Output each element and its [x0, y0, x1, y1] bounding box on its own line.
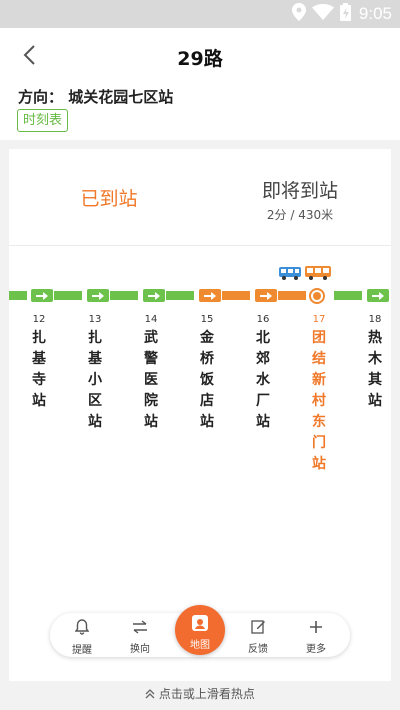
double-chevron-up-icon	[145, 687, 159, 701]
bell-icon	[74, 619, 90, 639]
line-segment	[9, 291, 27, 300]
stop-name: 金桥饭店站	[200, 330, 214, 430]
bus-icon	[279, 265, 301, 280]
direction-label: 方向：	[18, 88, 64, 106]
arrow-right-icon	[255, 289, 277, 302]
swap-icon	[132, 619, 148, 638]
stop-item[interactable]: 12 扎基寺站	[24, 314, 54, 412]
plus-icon	[309, 619, 323, 638]
stop-item[interactable]: 15 金桥饭店站	[192, 314, 222, 433]
stop-name: 热木其站	[368, 330, 382, 409]
map-button[interactable]: 地图	[175, 605, 225, 655]
feedback-button[interactable]: 反馈	[238, 619, 278, 655]
stop-item[interactable]: 13 扎基小区站	[80, 314, 110, 433]
timetable-button[interactable]: 时刻表	[17, 109, 69, 132]
map-label: 地图	[190, 640, 210, 651]
status-time: 9:05	[358, 4, 392, 23]
tab-coming[interactable]: 即将到站 2分 / 430米	[209, 149, 391, 245]
edit-icon	[250, 619, 266, 638]
hint-text: 点击或上滑看热点	[158, 687, 255, 701]
stop-number: 16	[256, 314, 270, 325]
divider	[9, 245, 391, 246]
stop-name: 武警医院站	[144, 330, 158, 430]
stop-number: 17	[312, 314, 326, 325]
current-stop-marker-icon	[309, 288, 325, 308]
stop-number: 18	[368, 314, 382, 325]
stop-item[interactable]: 18 热木其站	[360, 314, 390, 412]
route-line: 12 扎基寺站 13 扎基小区站 14 武警医院站 15 金桥饭店站 16 北郊…	[9, 260, 391, 480]
stop-number: 14	[144, 314, 158, 325]
switch-direction-button[interactable]: 换向	[120, 619, 160, 655]
remind-button[interactable]: 提醒	[62, 619, 102, 656]
hot-spots-hint[interactable]: 点击或上滑看热点	[0, 685, 400, 705]
more-label: 更多	[306, 644, 326, 655]
stop-name: 扎基小区站	[88, 330, 102, 430]
line-segment	[110, 291, 138, 300]
location-icon	[291, 3, 306, 25]
remind-label: 提醒	[72, 645, 92, 656]
tab-arrived[interactable]: 已到站	[9, 149, 209, 245]
stop-number: 15	[200, 314, 214, 325]
arrow-right-icon	[31, 289, 53, 302]
line-segment	[222, 291, 250, 300]
bus-icon	[305, 265, 331, 280]
stop-number: 13	[88, 314, 102, 325]
tab-coming-label: 即将到站	[261, 180, 338, 202]
battery-icon	[339, 3, 351, 25]
stop-item-current[interactable]: 17 团结新村东门站	[304, 314, 334, 475]
stop-number: 12	[32, 314, 46, 325]
arrow-right-icon	[143, 289, 165, 302]
tab-coming-detail: 2分 / 430米	[266, 208, 334, 222]
switch-direction-label: 换向	[130, 644, 150, 655]
stop-name: 扎基寺站	[32, 330, 46, 409]
stop-name: 北郊水厂站	[256, 330, 270, 430]
arrow-right-icon	[199, 289, 221, 302]
arrow-right-icon	[367, 289, 389, 302]
status-bar: 9:05	[0, 0, 400, 28]
tab-arrived-label: 已到站	[80, 187, 138, 210]
line-segment	[54, 291, 82, 300]
feedback-label: 反馈	[248, 644, 268, 655]
line-segment	[166, 291, 194, 300]
app-bar: 29路	[0, 28, 400, 84]
arrow-right-icon	[87, 289, 109, 302]
page-title: 29路	[177, 48, 223, 70]
direction-destination: 城关花园七区站	[68, 88, 174, 106]
line-segment	[278, 291, 306, 300]
line-segment	[334, 291, 362, 300]
wifi-icon	[311, 4, 334, 24]
map-pin-icon	[191, 614, 209, 638]
direction-line: 方向： 城关花园七区站	[18, 86, 173, 107]
stop-name: 团结新村东门站	[312, 330, 326, 472]
stop-item[interactable]: 14 武警医院站	[136, 314, 166, 433]
stop-item[interactable]: 16 北郊水厂站	[248, 314, 278, 433]
more-button[interactable]: 更多	[296, 619, 336, 655]
